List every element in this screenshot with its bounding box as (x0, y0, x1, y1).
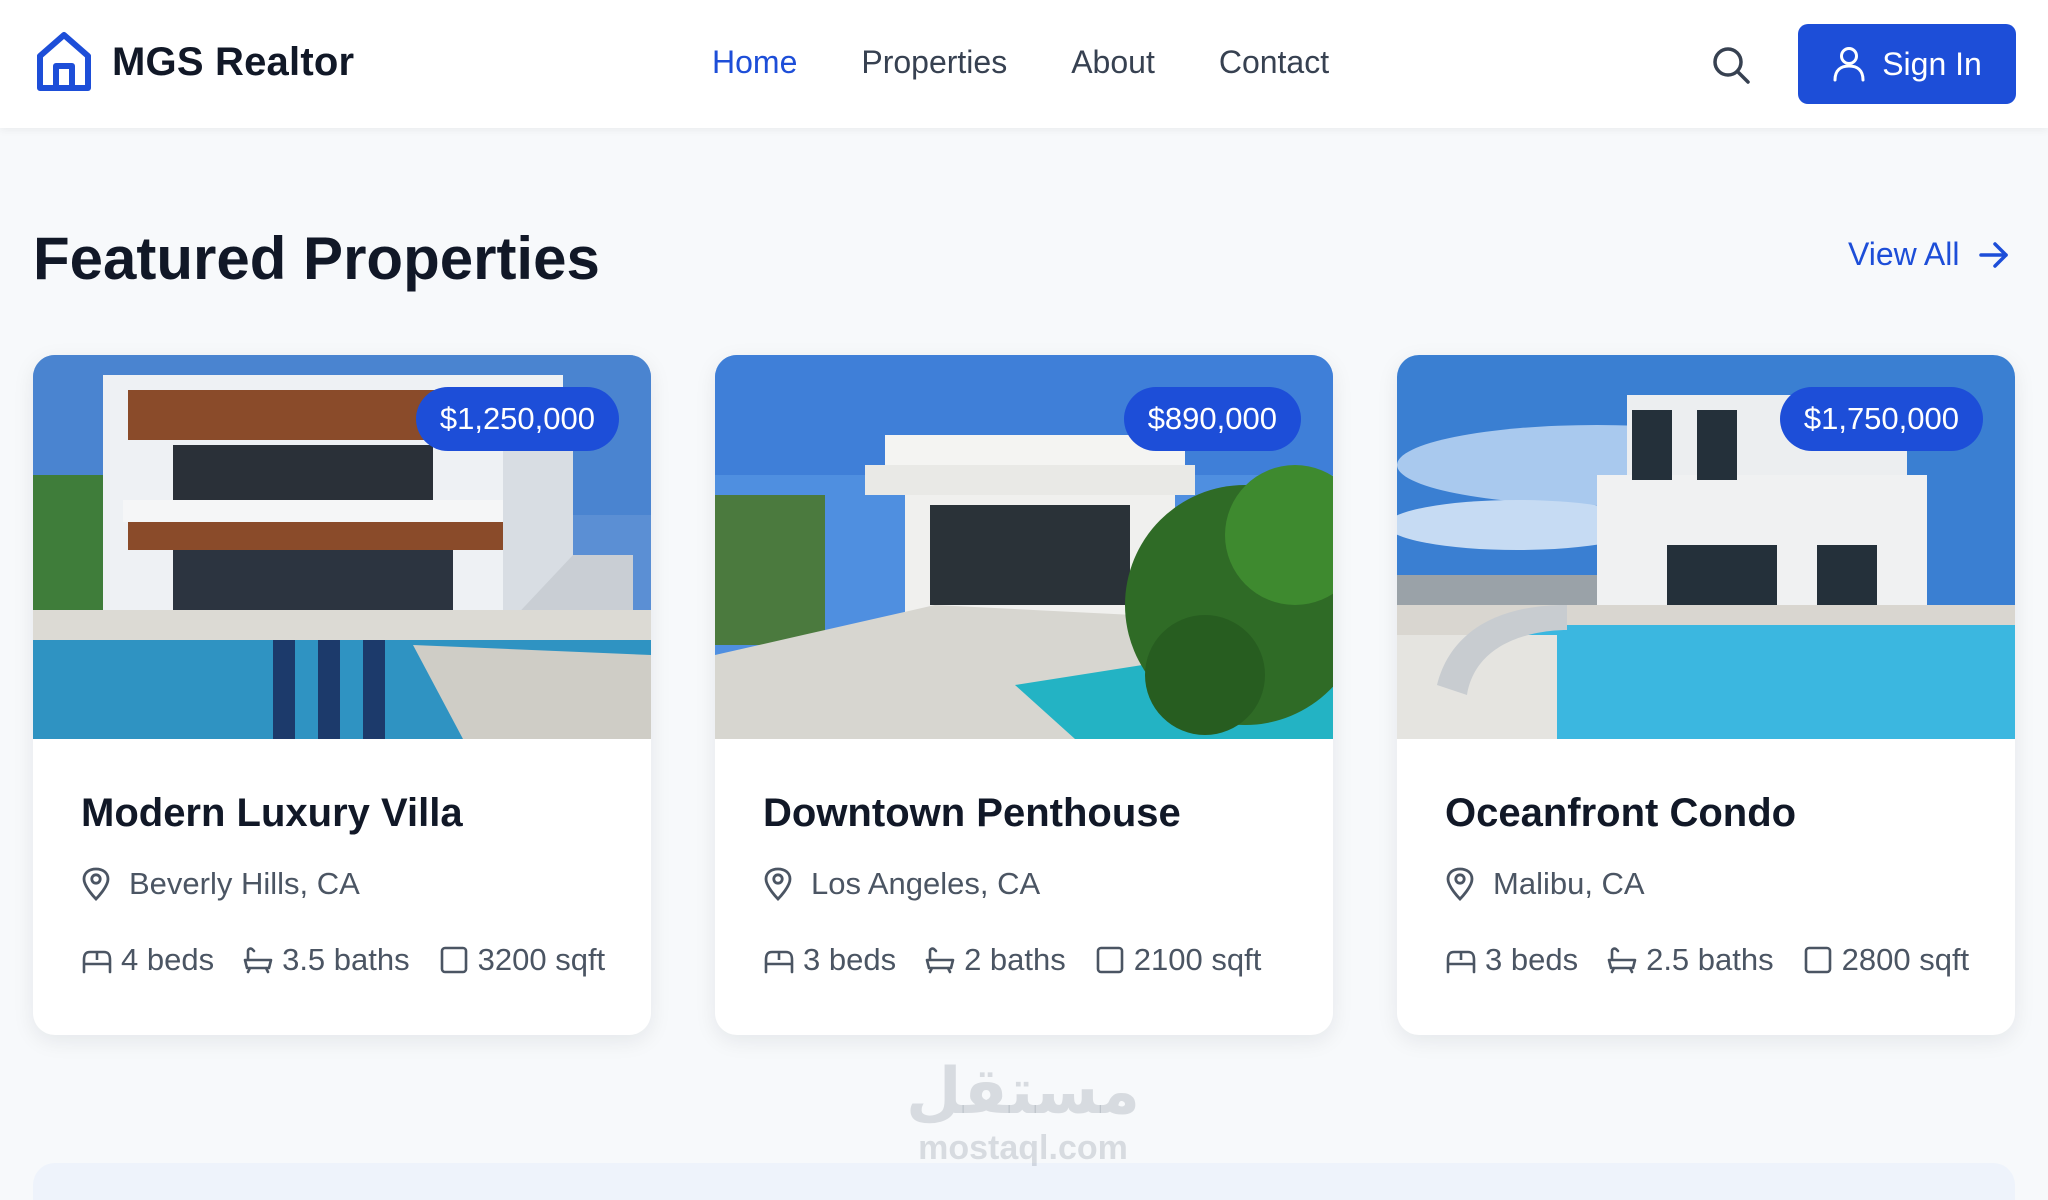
property-features: 3 beds 2 baths 2100 sqft (763, 942, 1285, 978)
beds-feature: 3 beds (763, 942, 896, 978)
property-title[interactable]: Downtown Penthouse (763, 791, 1285, 836)
home-icon (34, 30, 94, 94)
property-location: Los Angeles, CA (763, 866, 1285, 902)
property-location: Beverly Hills, CA (81, 866, 603, 902)
main-nav: Home Properties About Contact (712, 44, 1329, 81)
beds-feature: 3 beds (1445, 942, 1578, 978)
beds-text: 3 beds (1485, 942, 1579, 977)
bed-icon (1446, 950, 1476, 974)
property-image[interactable]: $1,250,000 (33, 355, 651, 739)
location-text: Beverly Hills, CA (129, 866, 360, 901)
arrow-right-icon (1979, 241, 2009, 268)
property-card[interactable]: $890,000 Downtown Penthouse Los Angeles,… (715, 355, 1333, 1035)
square-icon (440, 946, 467, 974)
user-icon (1833, 47, 1865, 82)
baths-text: 2.5 baths (1646, 942, 1774, 977)
sqft-feature: 2800 sqft (1802, 942, 1970, 978)
sqft-text: 3200 sqft (477, 942, 606, 977)
bath-icon (1607, 947, 1637, 974)
nav-about[interactable]: About (1071, 44, 1155, 81)
bed-icon (764, 950, 794, 974)
view-all-link[interactable]: View All (1848, 236, 2011, 273)
property-image[interactable]: $890,000 (715, 355, 1333, 739)
watermark: مستقل mostaql.com (898, 1056, 1148, 1176)
beds-text: 4 beds (121, 942, 215, 977)
property-image[interactable]: $1,750,000 (1397, 355, 2015, 739)
bath-icon (243, 947, 273, 974)
nav-contact[interactable]: Contact (1219, 44, 1329, 81)
view-all-label: View All (1848, 236, 1960, 272)
site-header: MGS Realtor Home Properties About Contac… (0, 0, 2048, 128)
price-badge: $1,750,000 (1779, 387, 1983, 451)
section-title: Featured Properties (33, 225, 600, 292)
property-title[interactable]: Oceanfront Condo (1445, 791, 1967, 836)
property-location: Malibu, CA (1445, 866, 1967, 902)
watermark-site: mostaql.com (918, 1129, 1128, 1167)
sqft-text: 2800 sqft (1841, 942, 1970, 977)
brand-logo-link[interactable]: MGS Realtor (34, 30, 354, 94)
property-card[interactable]: $1,250,000 Modern Luxury Villa Beverly H… (33, 355, 651, 1035)
nav-properties[interactable]: Properties (861, 44, 1007, 81)
sqft-text: 2100 sqft (1133, 942, 1262, 977)
watermark-logo: مستقل (905, 1055, 1141, 1129)
property-card[interactable]: $1,750,000 Oceanfront Condo Malibu, CA 3… (1397, 355, 2015, 1035)
property-features: 4 beds 3.5 baths 3200 sqft (81, 942, 606, 978)
beds-feature: 4 beds (81, 942, 214, 978)
property-features: 3 beds 2.5 baths 2800 sqft (1445, 942, 1970, 978)
sqft-feature: 3200 sqft (438, 942, 606, 978)
sqft-feature: 2100 sqft (1094, 942, 1262, 978)
map-pin-icon (764, 867, 792, 901)
baths-text: 2 baths (964, 942, 1066, 977)
sign-in-button[interactable]: Sign In (1798, 24, 2016, 104)
square-icon (1096, 946, 1124, 974)
square-icon (1804, 946, 1831, 974)
beds-text: 3 beds (803, 942, 897, 977)
property-title[interactable]: Modern Luxury Villa (81, 791, 603, 836)
bath-icon (925, 947, 955, 974)
bed-icon (82, 950, 112, 974)
nav-home[interactable]: Home (712, 44, 797, 81)
brand-name: MGS Realtor (112, 39, 355, 84)
search-button[interactable] (1710, 44, 1752, 86)
map-pin-icon (1446, 867, 1474, 901)
baths-feature: 2 baths (924, 942, 1066, 978)
baths-feature: 3.5 baths (242, 942, 410, 978)
search-icon (1713, 47, 1750, 84)
price-badge: $1,250,000 (415, 387, 619, 451)
location-text: Los Angeles, CA (811, 866, 1041, 901)
price-badge: $890,000 (1123, 387, 1301, 451)
location-text: Malibu, CA (1493, 866, 1645, 901)
map-pin-icon (82, 867, 110, 901)
baths-text: 3.5 baths (282, 942, 410, 977)
baths-feature: 2.5 baths (1606, 942, 1774, 978)
sign-in-label: Sign In (1882, 45, 1982, 82)
